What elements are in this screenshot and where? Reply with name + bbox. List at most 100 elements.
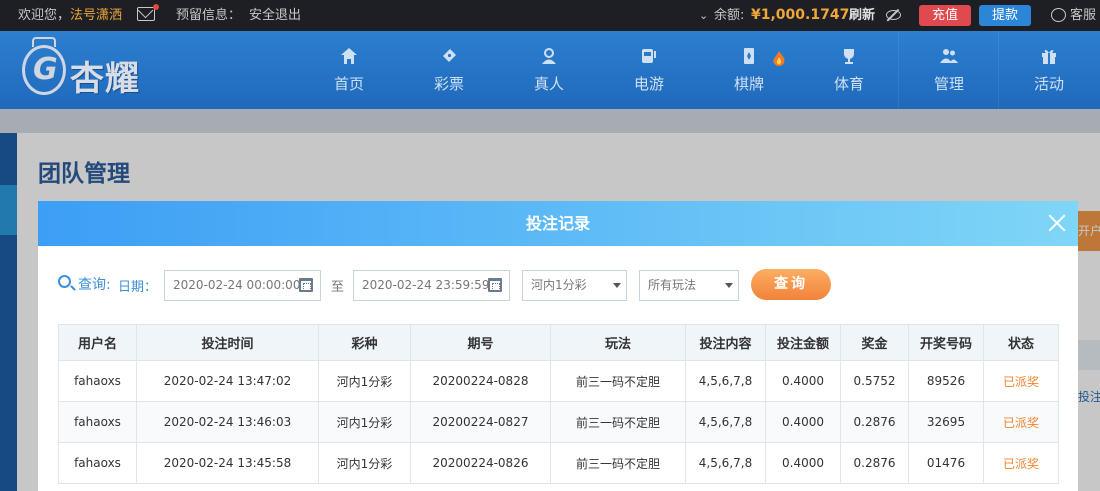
dealer-icon — [542, 48, 556, 64]
chevron-down-icon — [725, 283, 733, 288]
welcome-text: 欢迎您， — [18, 8, 71, 23]
home-icon — [341, 48, 357, 64]
slot-icon — [642, 49, 656, 63]
customer-service-link[interactable]: 客服 — [1070, 0, 1096, 31]
modal-header: 投注记录 — [38, 201, 1078, 246]
logo-text: 杏耀 — [70, 59, 140, 99]
nav-label: 棋牌 — [733, 75, 764, 93]
nav-item-slots[interactable]: 电游 — [599, 31, 699, 109]
end-date-input[interactable]: 2020-02-24 23:59:59 — [353, 270, 510, 301]
cell-play-type: 前三一码不定胆 — [550, 442, 686, 484]
balance-label: 余额: — [714, 8, 745, 23]
cell-prize: 0.2876 — [840, 442, 909, 484]
cell-play-type: 前三一码不定胆 — [550, 401, 686, 443]
nav-label: 管理 — [933, 75, 964, 93]
cell-issue: 20200224-0828 — [410, 360, 551, 402]
play-type-select[interactable]: 所有玩法 — [639, 270, 739, 301]
lottery-select-value: 河内1分彩 — [531, 278, 587, 292]
nav-label: 体育 — [833, 75, 864, 93]
eye-hidden-icon[interactable] — [886, 10, 901, 20]
cell-username: fahaoxs — [58, 442, 137, 484]
column-header: 状态 — [983, 324, 1059, 361]
main-nav: 杏耀 首页 彩票 真人 电游 棋牌 体育 管理 活动 — [0, 31, 1100, 109]
date-label: 日期： — [118, 280, 158, 295]
query-button[interactable]: 查询 — [751, 269, 831, 300]
ticket-icon — [443, 49, 456, 62]
column-header: 奖金 — [840, 324, 909, 361]
cell-username: fahaoxs — [58, 360, 137, 402]
cell-status: 已派奖 — [983, 401, 1059, 443]
table-row[interactable]: fahaoxs 2020-02-24 13:47:02 河内1分彩 202002… — [58, 360, 1059, 402]
nav-label: 首页 — [333, 75, 364, 93]
nav-label: 真人 — [533, 75, 564, 93]
column-header: 投注金额 — [765, 324, 841, 361]
cell-draw-number: 01476 — [908, 442, 984, 484]
cell-username: fahaoxs — [58, 401, 137, 443]
cell-status: 已派奖 — [983, 442, 1059, 484]
nav-item-sports[interactable]: 体育 — [799, 31, 899, 109]
cell-lottery: 河内1分彩 — [318, 442, 411, 484]
calendar-icon[interactable] — [299, 278, 313, 292]
top-status-bar: 欢迎您， 法号潇洒 预留信息： 安全退出 ⌄ 余额: ¥1,000.1747 刷… — [0, 0, 1100, 31]
table-header-row: 用户名 投注时间 彩种 期号 玩法 投注内容 投注金额 奖金 开奖号码 状态 — [58, 324, 1059, 361]
table-row[interactable]: fahaoxs 2020-02-24 13:46:03 河内1分彩 202002… — [58, 401, 1059, 443]
to-label: 至 — [331, 280, 345, 295]
cards-icon — [744, 48, 754, 64]
refresh-link[interactable]: 刷新 — [849, 0, 875, 31]
cell-bet-content: 4,5,6,7,8 — [685, 360, 766, 402]
cell-draw-number: 89526 — [908, 360, 984, 402]
trophy-icon — [844, 49, 854, 64]
nav-divider — [998, 31, 999, 109]
modal-title: 投注记录 — [525, 214, 590, 233]
column-header: 投注时间 — [136, 324, 319, 361]
cell-bet-amount: 0.4000 — [765, 401, 841, 443]
cell-issue: 20200224-0826 — [410, 442, 551, 484]
calendar-icon[interactable] — [488, 278, 502, 292]
chat-icon[interactable] — [1051, 8, 1066, 22]
cell-bet-time: 2020-02-24 13:45:58 — [136, 442, 319, 484]
cell-bet-amount: 0.4000 — [765, 442, 841, 484]
column-header: 开奖号码 — [908, 324, 984, 361]
column-header: 投注内容 — [685, 324, 766, 361]
cell-play-type: 前三一码不定胆 — [550, 360, 686, 402]
play-type-select-value: 所有玩法 — [648, 278, 697, 292]
logo-emblem-icon — [22, 45, 66, 95]
hot-flame-icon — [773, 51, 785, 66]
cell-bet-content: 4,5,6,7,8 — [685, 442, 766, 484]
cell-draw-number: 32695 — [908, 401, 984, 443]
nav-label: 活动 — [1033, 75, 1064, 93]
column-header: 玩法 — [550, 324, 686, 361]
mail-icon[interactable] — [137, 7, 155, 21]
table-row[interactable]: fahaoxs 2020-02-24 13:45:58 河内1分彩 202002… — [58, 442, 1059, 484]
chevron-down-icon: ⌄ — [699, 9, 709, 22]
nav-item-cards[interactable]: 棋牌 — [699, 31, 799, 109]
nav-label: 电游 — [633, 75, 664, 93]
nav-label: 彩票 — [433, 75, 464, 93]
nav-item-manage[interactable]: 管理 — [899, 31, 999, 109]
nav-item-live[interactable]: 真人 — [499, 31, 599, 109]
end-date-value: 2020-02-24 23:59:59 — [362, 278, 490, 292]
site-logo[interactable]: 杏耀 — [18, 37, 168, 103]
start-date-value: 2020-02-24 00:00:00 — [173, 278, 301, 292]
nav-item-home[interactable]: 首页 — [299, 31, 399, 109]
cell-bet-amount: 0.4000 — [765, 360, 841, 402]
column-header: 彩种 — [318, 324, 411, 361]
query-label: 查询: — [78, 277, 111, 293]
withdraw-button[interactable]: 提款 — [979, 5, 1031, 26]
username[interactable]: 法号潇洒 — [70, 0, 122, 31]
users-icon — [940, 49, 958, 63]
nav-divider — [898, 31, 899, 109]
nav-item-lottery[interactable]: 彩票 — [399, 31, 499, 109]
recharge-button[interactable]: 充值 — [919, 5, 971, 26]
cell-prize: 0.5752 — [840, 360, 909, 402]
cell-lottery: 河内1分彩 — [318, 360, 411, 402]
cell-issue: 20200224-0827 — [410, 401, 551, 443]
lottery-select[interactable]: 河内1分彩 — [522, 270, 627, 301]
nav-item-promo[interactable]: 活动 — [999, 31, 1099, 109]
reserved-info-label: 预留信息： — [176, 8, 242, 23]
start-date-input[interactable]: 2020-02-24 00:00:00 — [164, 270, 321, 301]
close-icon[interactable] — [1046, 212, 1068, 234]
logout-link[interactable]: 安全退出 — [249, 0, 301, 31]
column-header: 期号 — [410, 324, 551, 361]
cell-status: 已派奖 — [983, 360, 1059, 402]
